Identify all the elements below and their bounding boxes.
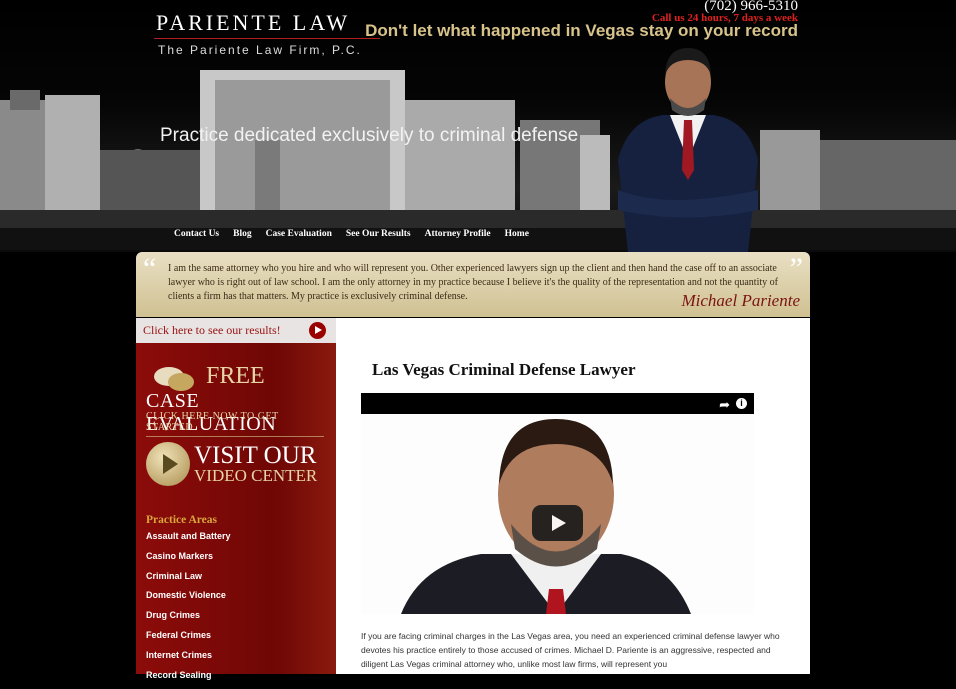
practice-area-item[interactable]: Criminal Law <box>146 571 231 591</box>
see-results-link[interactable]: Click here to see our results! <box>136 318 336 343</box>
attorney-portrait <box>618 48 758 252</box>
free-case-evaluation-banner[interactable]: FREE CASE EVALUATION CLICK HERE NOW TO G… <box>146 362 324 435</box>
practice-area-item[interactable]: Internet Crimes <box>146 650 231 670</box>
site-header: PARIENTE LAW The Pariente Law Firm, P.C.… <box>0 0 956 252</box>
video-center-banner[interactable]: VISIT OUR VIDEO CENTER <box>146 442 324 492</box>
close-quote-icon: ” <box>789 252 803 285</box>
nav-contact-us[interactable]: Contact Us <box>174 229 219 239</box>
practice-statement: Practice dedicated exclusively to crimin… <box>160 125 579 146</box>
practice-area-item[interactable]: Record Sealing <box>146 670 231 689</box>
practice-area-item[interactable]: Drug Crimes <box>146 610 231 630</box>
video-center-label: VIDEO CENTER <box>194 466 318 485</box>
page-title: Las Vegas Criminal Defense Lawyer <box>372 360 636 379</box>
practice-areas-list: Assault and Battery Casino Markers Crimi… <box>146 531 231 689</box>
nav-see-our-results[interactable]: See Our Results <box>346 229 411 239</box>
practice-area-item[interactable]: Casino Markers <box>146 551 231 571</box>
vegas-skyline-image <box>0 70 956 250</box>
logo-subtitle: The Pariente Law Firm, P.C. <box>158 43 362 57</box>
free-label: FREE <box>206 363 265 389</box>
play-icon <box>146 442 190 486</box>
practice-area-item[interactable]: Domestic Violence <box>146 590 231 610</box>
sidebar-divider <box>146 436 324 437</box>
play-button[interactable] <box>532 505 583 541</box>
main-nav: Contact Us Blog Case Evaluation See Our … <box>174 229 529 239</box>
video-thumbnail[interactable] <box>361 414 754 614</box>
main-content: Las Vegas Criminal Defense Lawyer ➦ i If… <box>336 318 810 674</box>
intro-paragraph: If you are facing criminal charges in th… <box>361 631 780 669</box>
nav-case-evaluation[interactable]: Case Evaluation <box>266 229 332 239</box>
nav-home[interactable]: Home <box>505 229 529 239</box>
info-icon[interactable]: i <box>736 398 747 409</box>
practice-area-item[interactable]: Assault and Battery <box>146 531 231 551</box>
logo-title[interactable]: PARIENTE LAW <box>156 10 350 36</box>
arrow-right-icon[interactable] <box>309 322 326 339</box>
nav-attorney-profile[interactable]: Attorney Profile <box>425 229 491 239</box>
see-results-label: Click here to see our results! <box>143 323 281 337</box>
logo-divider <box>154 38 380 39</box>
nav-blog[interactable]: Blog <box>233 229 251 239</box>
practice-areas-title: Practice Areas <box>146 514 217 526</box>
practice-area-item[interactable]: Federal Crimes <box>146 630 231 650</box>
sidebar: Click here to see our results! FREE CASE… <box>136 318 336 680</box>
open-quote-icon: “ <box>143 252 157 285</box>
video-top-bar: ➦ i <box>361 393 754 414</box>
quote-banner: “ ” I am the same attorney who you hire … <box>136 252 810 317</box>
video-player[interactable]: ➦ i <box>361 393 754 614</box>
chat-bubble-icon <box>168 373 194 391</box>
attorney-signature: Michael Pariente <box>681 291 801 310</box>
get-started-label: CLICK HERE NOW TO GET STARTED <box>146 411 279 433</box>
tagline: Don't let what happened in Vegas stay on… <box>365 21 798 40</box>
share-icon[interactable]: ➦ <box>719 397 730 413</box>
